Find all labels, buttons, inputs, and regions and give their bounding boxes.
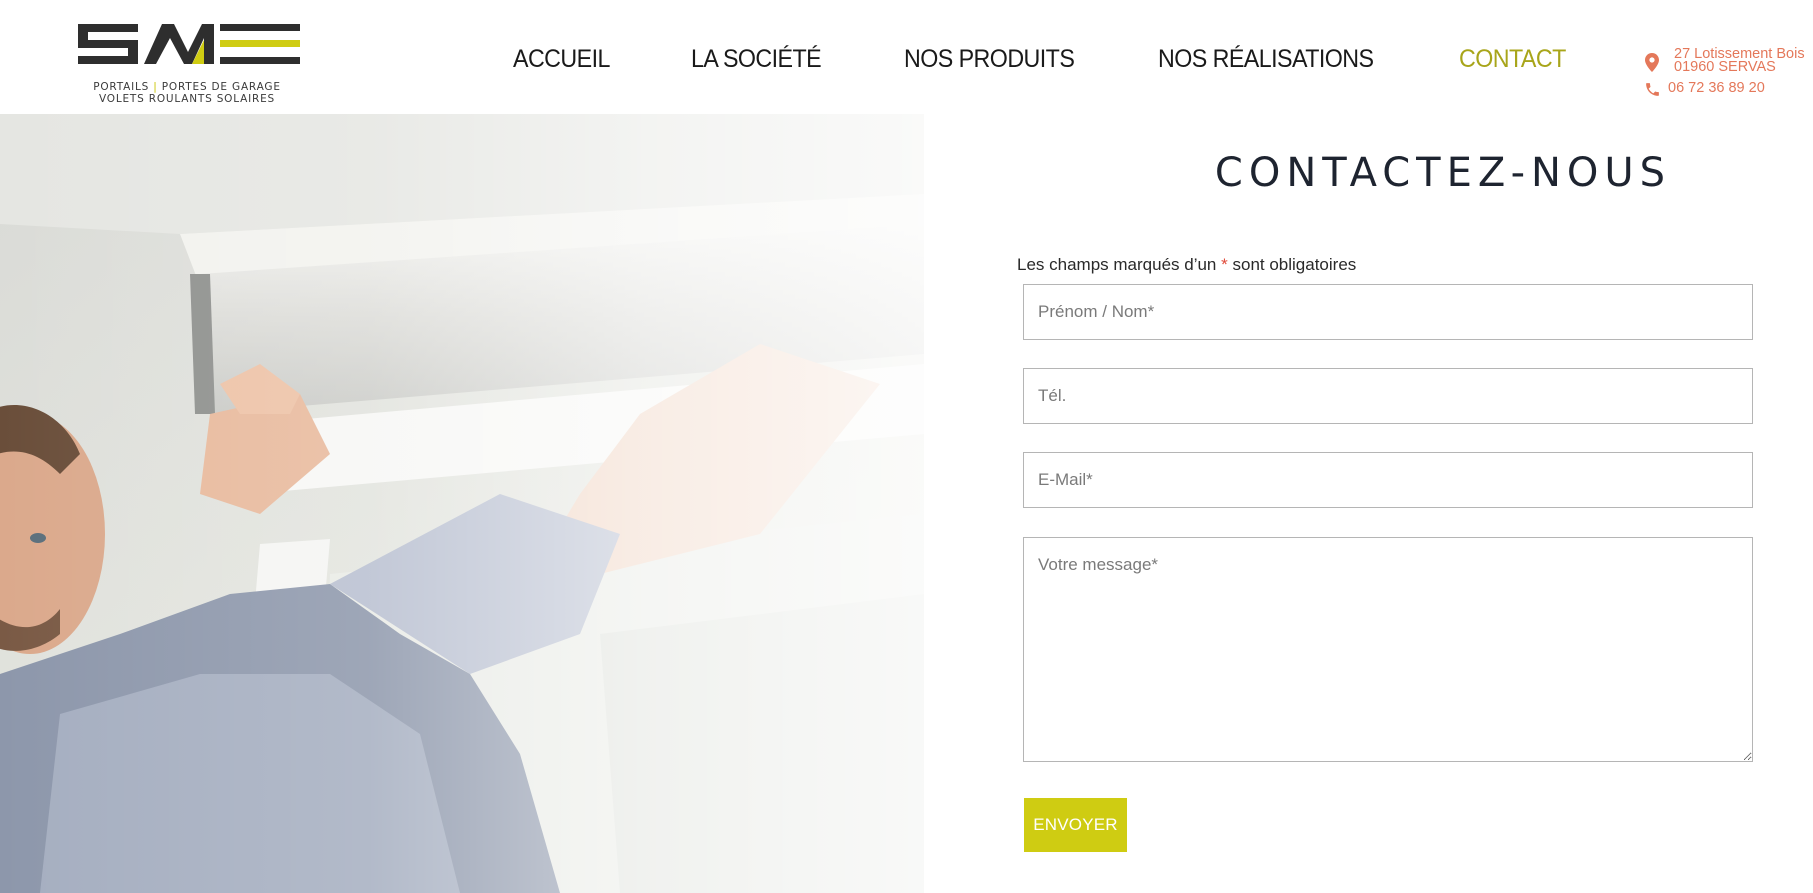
phone-input[interactable] <box>1023 368 1753 424</box>
hero-image-installer-roller-shutter <box>0 114 924 893</box>
nav-item-nos-produits[interactable]: NOS PRODUITS <box>904 45 1075 74</box>
hero-white-fade <box>0 114 924 893</box>
name-input[interactable] <box>1023 284 1753 340</box>
phone-icon <box>1646 83 1659 96</box>
required-fields-note: Les champs marqués d’un * sont obligatoi… <box>1017 255 1357 274</box>
nav-item-accueil[interactable]: ACCUEIL <box>513 45 610 74</box>
header-contact-info: 27 Lotissement Bois 01960 SERVAS 06 72 3… <box>1640 46 1813 106</box>
map-pin-icon <box>1645 53 1659 72</box>
phone-link[interactable]: 06 72 36 89 20 <box>1668 80 1765 96</box>
site-header: PORTAILS | PORTES DE GARAGE VOLETS ROULA… <box>0 0 1813 114</box>
nav-item-la-societe[interactable]: LA SOCIÉTÉ <box>691 45 822 74</box>
contact-form-section: CONTACTEZ-NOUS Les champs marqués d’un *… <box>924 114 1813 893</box>
main-nav: ACCUEIL LA SOCIÉTÉ NOS PRODUITS NOS RÉAL… <box>0 0 1600 114</box>
required-star: * <box>1221 255 1228 274</box>
nav-item-nos-realisations[interactable]: NOS RÉALISATIONS <box>1158 45 1374 74</box>
page-title: CONTACTEZ-NOUS <box>1214 150 1672 196</box>
address-text: 27 Lotissement Bois 01960 SERVAS <box>1674 46 1805 75</box>
nav-item-contact[interactable]: CONTACT <box>1459 45 1566 74</box>
message-textarea[interactable] <box>1023 537 1753 762</box>
email-input[interactable] <box>1023 452 1753 508</box>
send-button[interactable]: ENVOYER <box>1024 798 1127 852</box>
